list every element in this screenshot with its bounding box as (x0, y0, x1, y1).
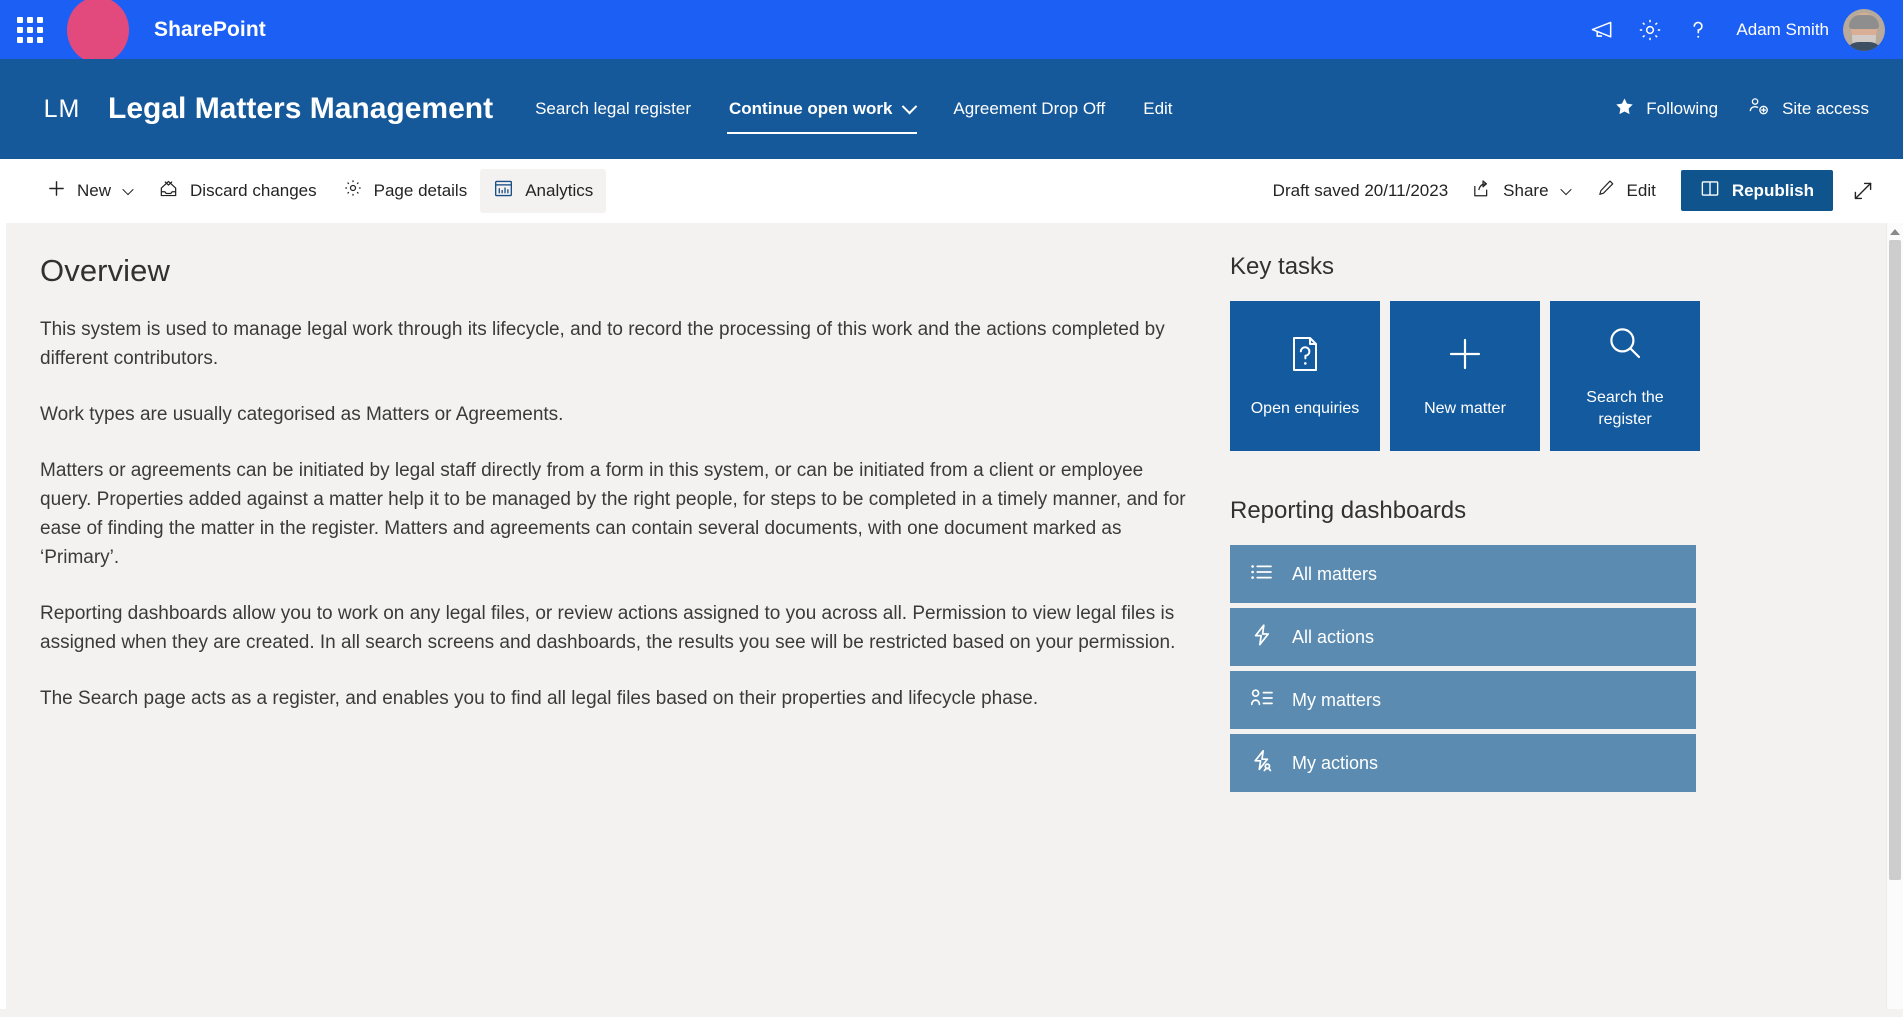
lightning-person-icon (1250, 749, 1274, 778)
share-icon (1471, 178, 1492, 204)
paragraph: Matters or agreements can be initiated b… (40, 460, 1186, 568)
key-tasks-heading: Key tasks (1230, 253, 1335, 280)
dashboard-item-label: My matters (1292, 689, 1382, 710)
overview-text: This system is used to manage legal work… (40, 315, 1190, 713)
discard-changes-icon (158, 178, 179, 204)
nav-item-label: Continue open work (729, 99, 893, 118)
paragraph: Reporting dashboards allow you to work o… (40, 603, 1176, 653)
new-label: New (77, 180, 112, 200)
analytics-button[interactable]: Analytics (480, 168, 607, 213)
person-list-icon (1250, 687, 1274, 714)
tile-label: Search the register (1586, 388, 1664, 428)
dashboard-item-all-matters[interactable]: All matters (1230, 545, 1696, 603)
analytics-label: Analytics (525, 180, 594, 200)
following-label: Following (1646, 99, 1719, 118)
chevron-down-icon (122, 183, 134, 195)
app-launcher-icon[interactable] (6, 6, 54, 54)
republish-label: Republish (1731, 180, 1814, 200)
chevron-down-icon (1559, 183, 1572, 195)
suite-title[interactable]: SharePoint (154, 18, 266, 42)
site-navigation: Search legal register Continue open work… (533, 59, 1174, 159)
draft-status: Draft saved 20/11/2023 (1272, 180, 1449, 200)
gear-icon (343, 178, 363, 203)
dashboard-item-my-actions[interactable]: My actions (1230, 734, 1696, 792)
discard-changes-button[interactable]: Discard changes (145, 169, 330, 213)
edit-label: Edit (1626, 180, 1656, 200)
tile-open-enquiries[interactable]: Open enquiries (1230, 301, 1380, 451)
plus-icon (47, 179, 66, 203)
lightning-icon (1250, 623, 1274, 652)
people-add-icon (1748, 96, 1771, 122)
analytics-icon (493, 178, 514, 204)
discard-changes-label: Discard changes (190, 180, 317, 200)
chevron-down-icon (902, 98, 918, 114)
nav-item-edit[interactable]: Edit (1141, 93, 1174, 125)
paragraph: The Search page acts as a register, and … (40, 688, 1039, 709)
tile-new-matter[interactable]: New matter (1390, 301, 1540, 451)
reporting-dashboards-heading: Reporting dashboards (1230, 497, 1467, 524)
plus-icon (1444, 333, 1486, 380)
avatar[interactable] (1843, 8, 1885, 51)
dashboard-item-my-matters[interactable]: My matters (1230, 671, 1696, 729)
page-details-button[interactable]: Page details (330, 169, 481, 213)
site-header-actions: Following Site access (1614, 96, 1903, 122)
page-canvas: Overview This system is used to manage l… (0, 223, 1903, 1009)
site-access-button[interactable]: Site access (1748, 96, 1869, 122)
nav-item-agreement-drop-off[interactable]: Agreement Drop Off (951, 93, 1107, 125)
paragraph: Work types are usually categorised as Ma… (40, 404, 564, 425)
command-bar: New Discard changes Page details Analyti… (0, 159, 1903, 223)
following-button[interactable]: Following (1614, 96, 1718, 122)
gear-icon[interactable] (1626, 6, 1674, 54)
site-header: LM Legal Matters Management Search legal… (0, 59, 1903, 159)
republish-button[interactable]: Republish (1680, 170, 1833, 211)
key-tasks-tiles: Open enquiries New matter Search the reg… (1230, 301, 1845, 451)
search-icon (1604, 322, 1646, 369)
paragraph: This system is used to manage legal work… (40, 319, 1165, 369)
tile-label: Open enquiries (1250, 399, 1360, 417)
star-icon (1614, 96, 1635, 122)
tile-search-the-register[interactable]: Search the register (1550, 301, 1700, 451)
site-logo: LM (43, 94, 81, 123)
bulleted-list-icon (1250, 561, 1274, 588)
tile-label: New matter (1424, 399, 1506, 417)
nav-item-continue-open-work[interactable]: Continue open work (727, 93, 918, 134)
suite-bar-actions: Adam Smith (1578, 0, 1903, 59)
expand-icon[interactable] (1841, 169, 1885, 213)
user-menu[interactable]: Adam Smith (1722, 8, 1891, 51)
nav-item-label: Edit (1143, 99, 1173, 118)
brand-blob (67, 0, 129, 63)
nav-item-label: Search legal register (535, 99, 692, 118)
suite-bar: SharePoint Adam Smith (0, 0, 1903, 63)
reporting-dashboards-list: All matters All actions My matters My ac… (1230, 545, 1696, 792)
dashboard-item-label: All matters (1292, 563, 1378, 584)
edit-button[interactable]: Edit (1583, 169, 1669, 213)
nav-item-label: Agreement Drop Off (953, 99, 1106, 118)
page-details-label: Page details (373, 180, 468, 200)
republish-icon (1700, 179, 1720, 203)
page-title: Overview (40, 253, 170, 288)
question-icon[interactable] (1674, 6, 1722, 54)
share-button[interactable]: Share (1458, 169, 1582, 213)
site-access-label: Site access (1782, 99, 1869, 118)
main-column: Overview This system is used to manage l… (0, 223, 1230, 1009)
nav-item-search-legal-register[interactable]: Search legal register (533, 93, 693, 125)
dashboard-item-all-actions[interactable]: All actions (1230, 608, 1696, 666)
app-launcher-grid (17, 16, 43, 43)
dashboard-item-label: All actions (1292, 626, 1375, 647)
megaphone-icon[interactable] (1578, 6, 1626, 54)
share-label: Share (1503, 180, 1549, 200)
pencil-icon (1596, 178, 1616, 203)
site-title[interactable]: Legal Matters Management (108, 92, 493, 126)
new-button[interactable]: New (34, 169, 145, 213)
dashboard-item-label: My actions (1292, 752, 1379, 773)
scroll-thumb[interactable] (1889, 240, 1901, 880)
side-column: Key tasks Open enquiries New matter Sear… (1230, 223, 1903, 1009)
user-name: Adam Smith (1736, 19, 1829, 39)
vertical-scrollbar[interactable] (1886, 223, 1903, 1009)
scroll-up-arrow[interactable] (1887, 223, 1903, 240)
canvas-left-strip (0, 223, 6, 1009)
document-question-icon (1284, 333, 1326, 380)
